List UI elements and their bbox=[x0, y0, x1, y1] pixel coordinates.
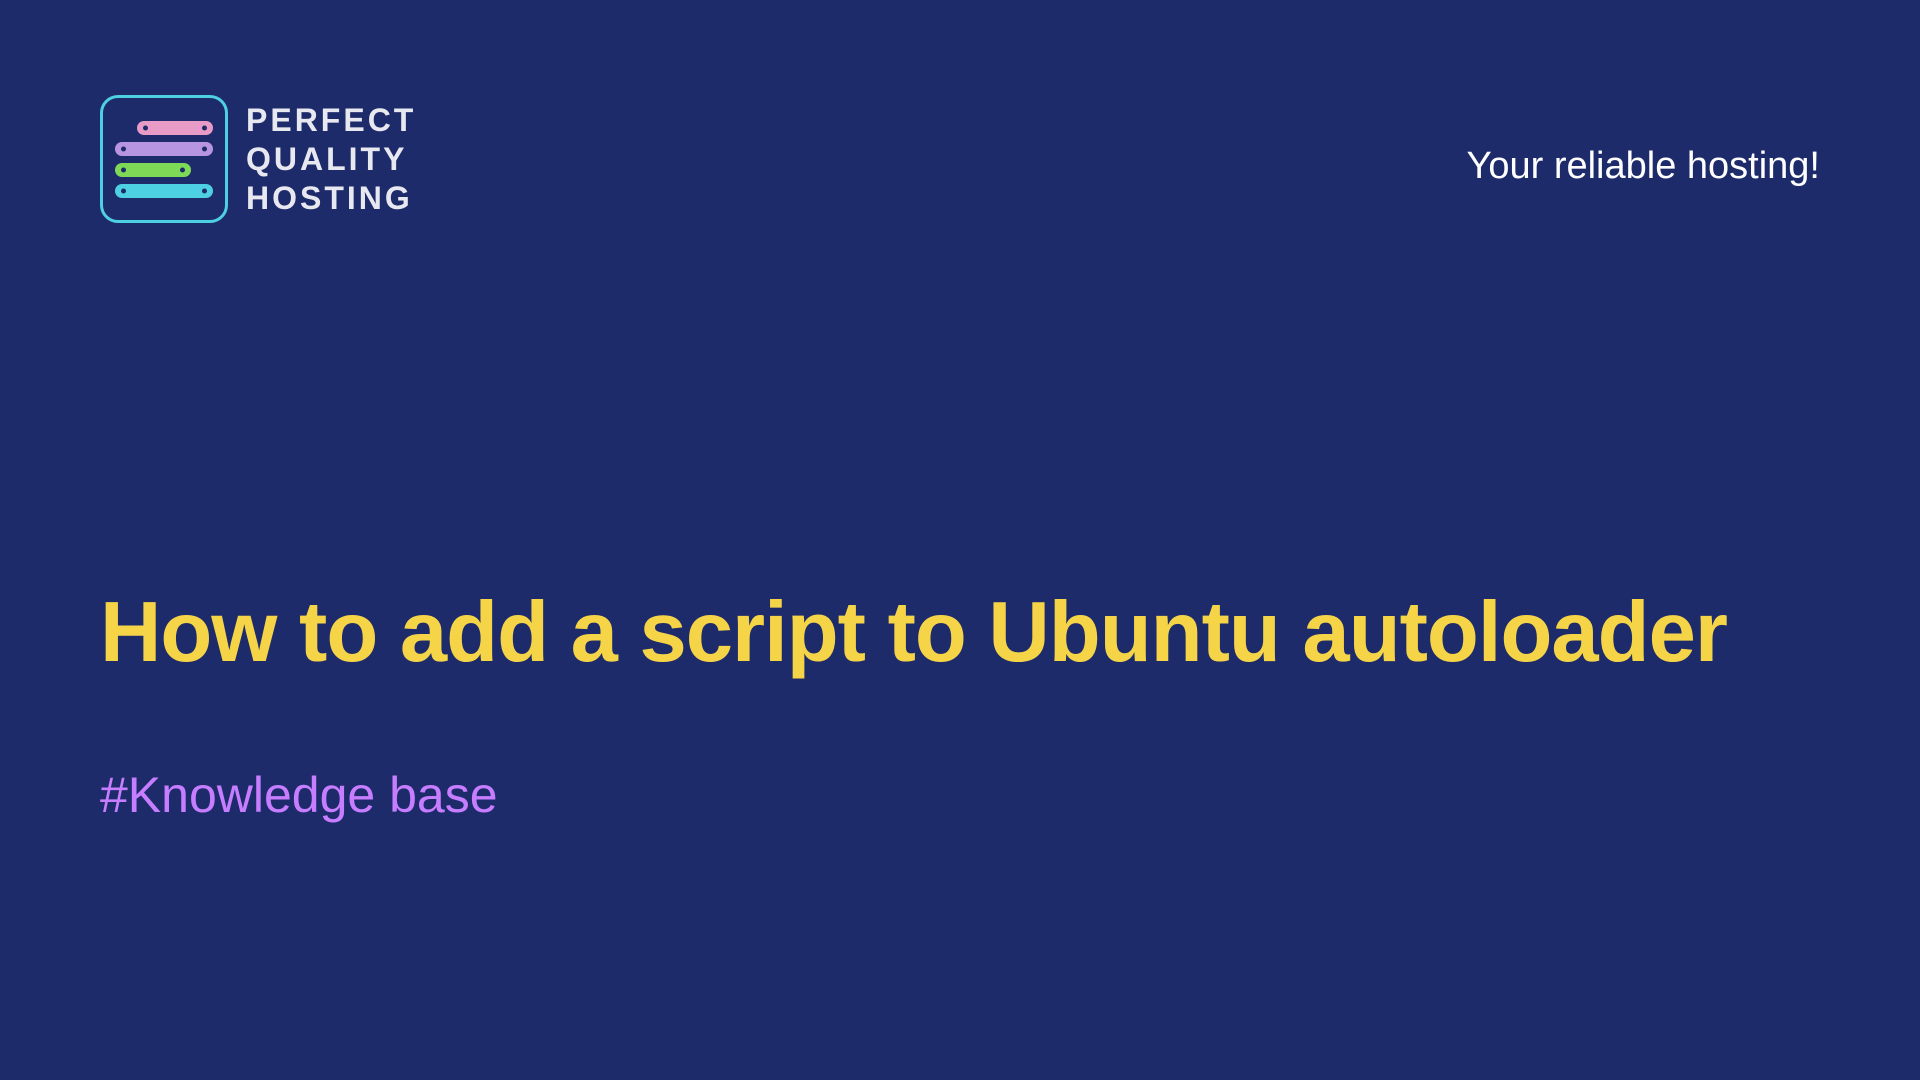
logo-bar-icon bbox=[115, 142, 213, 156]
page-title: How to add a script to Ubuntu autoloader bbox=[100, 580, 1820, 686]
logo-icon bbox=[100, 95, 228, 223]
logo-bar-icon bbox=[115, 184, 213, 198]
category-tag: #Knowledge base bbox=[100, 766, 1820, 824]
header: PERFECT QUALITY HOSTING Your reliable ho… bbox=[0, 0, 1920, 223]
logo-bar-icon bbox=[137, 121, 213, 135]
logo-bar-icon bbox=[115, 163, 191, 177]
logo: PERFECT QUALITY HOSTING bbox=[100, 95, 416, 223]
logo-line-2: QUALITY bbox=[246, 141, 416, 178]
content: How to add a script to Ubuntu autoloader… bbox=[100, 580, 1820, 824]
tagline: Your reliable hosting! bbox=[1466, 145, 1820, 188]
logo-line-3: HOSTING bbox=[246, 180, 416, 217]
logo-line-1: PERFECT bbox=[246, 102, 416, 139]
logo-text: PERFECT QUALITY HOSTING bbox=[246, 102, 416, 217]
